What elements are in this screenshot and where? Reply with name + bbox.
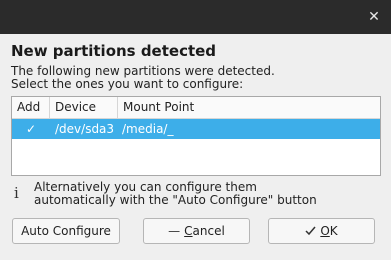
close-icon[interactable]: ✕	[365, 8, 383, 26]
dialog-heading: New partitions detected	[11, 42, 217, 60]
info-text: Alternatively you can configure them aut…	[34, 181, 374, 207]
cancel-label: ancel	[192, 224, 225, 238]
cancel-accelerator: C	[184, 224, 193, 238]
device-cell: /dev/sda3	[55, 122, 115, 136]
ok-label: K	[329, 224, 338, 238]
ok-button[interactable]: OK	[268, 218, 375, 244]
info-line-2: automatically with the "Auto Configure" …	[34, 193, 317, 207]
mount-point-cell[interactable]: /media/_	[122, 119, 173, 139]
table-row[interactable]: ✓ /dev/sda3 /media/_	[12, 119, 380, 139]
info-icon: i	[14, 184, 19, 202]
table-header: Add Device Mount Point	[12, 97, 380, 119]
partitions-table[interactable]: Add Device Mount Point ✓ /dev/sda3 /medi…	[11, 96, 381, 176]
column-header-add[interactable]: Add	[12, 97, 50, 118]
cancel-button[interactable]: — Cancel	[143, 218, 250, 244]
add-checkbox[interactable]: ✓	[24, 119, 38, 139]
checkmark-icon	[305, 219, 316, 243]
info-message: i Alternatively you can configure them a…	[14, 181, 374, 211]
column-header-device[interactable]: Device	[50, 97, 118, 118]
title-bar: ✕	[0, 0, 391, 34]
dialog-description: The following new partitions were detect…	[11, 65, 381, 91]
description-line-2: Select the ones you want to configure:	[11, 77, 244, 91]
ok-accelerator: O	[320, 224, 330, 238]
minus-icon: —	[168, 224, 181, 238]
column-header-mount-point[interactable]: Mount Point	[118, 97, 380, 118]
auto-configure-button[interactable]: Auto Configure	[12, 218, 120, 244]
